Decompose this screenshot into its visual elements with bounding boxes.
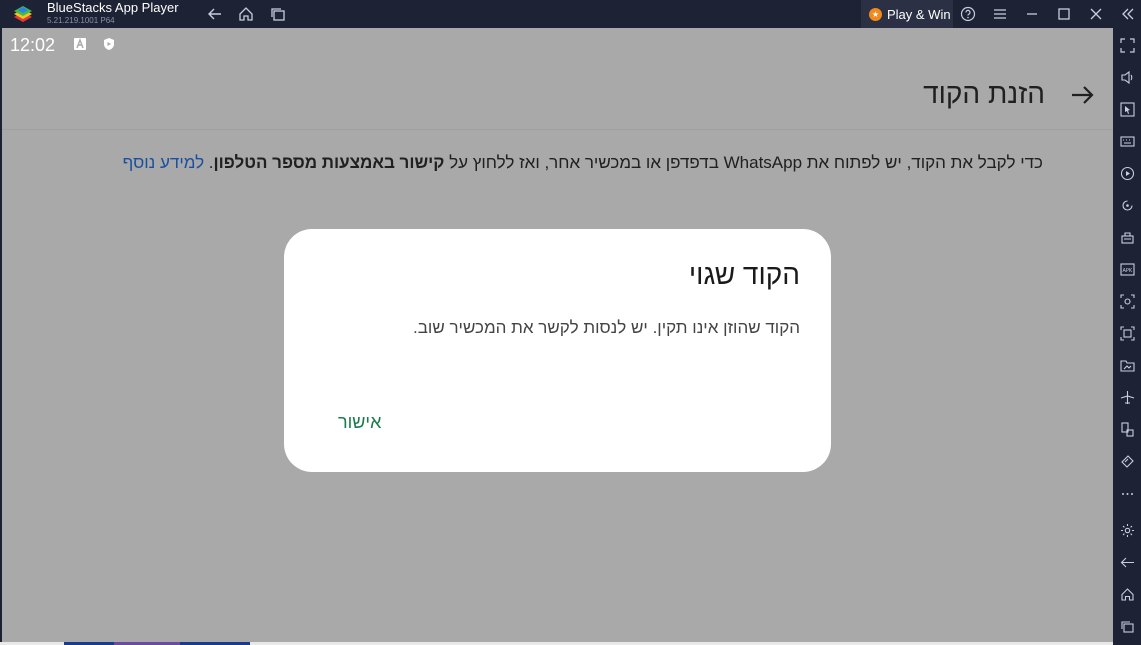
dialog-message: הקוד שהוזן אינו תקין. יש לנסות לקשר את ה…: [413, 318, 800, 337]
keyboard-icon[interactable]: [1119, 133, 1136, 150]
instructions-text: כדי לקבל את הקוד, יש לפתוח את WhatsApp ב…: [43, 153, 1043, 173]
eco-mode-icon[interactable]: [1119, 453, 1136, 470]
back-arrow-icon[interactable]: [1069, 82, 1095, 108]
svg-text:APK: APK: [1123, 268, 1133, 274]
media-folder-icon[interactable]: [1119, 357, 1136, 374]
android-screen: 12:02 הזנת הקוד כדי לקבל את הקוד, יש לפת…: [2, 28, 1113, 642]
sidebar-back-icon[interactable]: [1119, 554, 1136, 571]
volume-icon[interactable]: [1119, 69, 1136, 86]
sidebar-home-icon[interactable]: [1119, 586, 1136, 603]
fullscreen-icon[interactable]: [1119, 37, 1136, 54]
play-protect-icon: [104, 38, 114, 50]
play-win-icon: ★: [869, 7, 882, 21]
back-icon[interactable]: [205, 4, 225, 24]
instructions-part: כדי לקבל את הקוד, יש לפתוח את WhatsApp ב…: [444, 153, 1043, 172]
app-name: BlueStacks App Player: [47, 0, 179, 15]
macro-icon[interactable]: [1119, 229, 1136, 246]
more-options-icon[interactable]: [1119, 485, 1136, 502]
screen-capture-icon[interactable]: [1119, 325, 1136, 342]
sidebar-recents-icon[interactable]: [1119, 618, 1136, 635]
learn-more-link[interactable]: למידע נוסף: [123, 153, 204, 172]
status-bar: 12:02: [2, 28, 1113, 60]
settings-icon[interactable]: [1119, 522, 1136, 539]
status-clock: 12:02: [10, 35, 56, 55]
collapse-sidebar-icon[interactable]: [1118, 4, 1138, 24]
home-icon[interactable]: [236, 4, 256, 24]
airplane-icon[interactable]: [1119, 389, 1136, 406]
recent-apps-icon[interactable]: [268, 4, 288, 24]
app-bar: הזנת הקוד: [2, 60, 1113, 130]
window-titlebar: BlueStacks App Player 5.21.219.1001 P64 …: [0, 0, 1141, 28]
dialog-title: הקוד שגוי: [688, 259, 800, 290]
record-icon[interactable]: [1119, 165, 1136, 182]
screenshot-icon[interactable]: [1119, 293, 1136, 310]
instructions-bold: קישור באמצעות מספר הטלפון: [213, 153, 445, 172]
bluestacks-logo-icon: [14, 6, 32, 22]
menu-icon[interactable]: [990, 4, 1010, 24]
app-version: 5.21.219.1001 P64: [47, 16, 115, 25]
page-title: הזנת הקוד: [923, 78, 1045, 109]
play-win-label: Play & Win: [887, 6, 951, 22]
pointer-icon[interactable]: [1119, 101, 1136, 118]
right-sidebar: APK: [1113, 28, 1141, 645]
maximize-icon[interactable]: [1054, 4, 1074, 24]
error-dialog: הקוד שגוי הקוד שהוזן אינו תקין. יש לנסות…: [284, 229, 831, 472]
multi-instance-icon[interactable]: [1119, 421, 1136, 438]
rotate-icon[interactable]: [1119, 197, 1136, 214]
close-icon[interactable]: [1086, 4, 1106, 24]
apk-icon[interactable]: APK: [1119, 261, 1136, 278]
notification-a-icon: [74, 38, 86, 50]
confirm-button[interactable]: אישור: [338, 412, 381, 433]
play-win-button[interactable]: ★ Play & Win: [861, 0, 953, 28]
minimize-icon[interactable]: [1022, 4, 1042, 24]
instructions-punct: .: [204, 153, 214, 172]
help-icon[interactable]: [958, 4, 978, 24]
